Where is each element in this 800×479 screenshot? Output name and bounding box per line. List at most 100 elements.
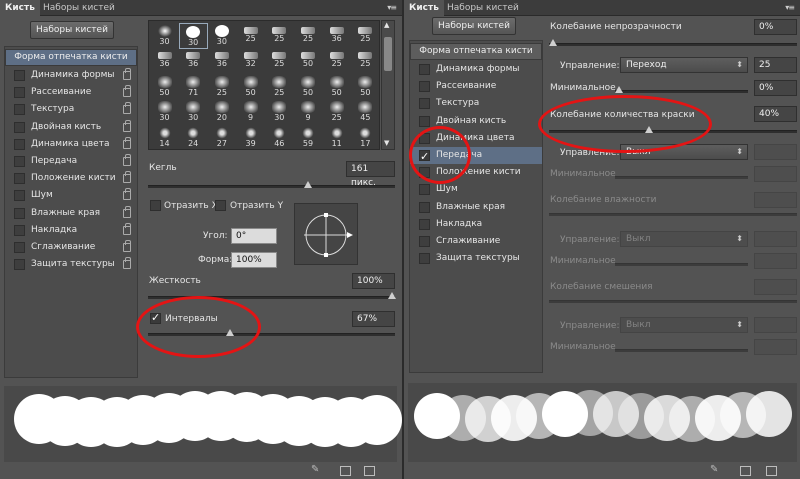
tab-brush[interactable]: Кисть	[404, 0, 444, 16]
settings-item-checkbox[interactable]	[419, 98, 430, 110]
brush-tip-cell[interactable]: 25	[294, 23, 323, 49]
control-select[interactable]: Переход ⬍	[620, 57, 748, 73]
brush-tip-cell[interactable]: 32	[236, 48, 265, 74]
settings-item-checkbox[interactable]	[419, 115, 430, 127]
brush-tip-cell[interactable]: 45	[351, 99, 380, 125]
tab-brush-presets[interactable]: Наборы кистей	[38, 0, 120, 16]
new-brush-icon[interactable]	[364, 466, 375, 476]
settings-item-checkbox[interactable]	[419, 218, 430, 230]
tab-brush-presets[interactable]: Наборы кистей	[442, 0, 524, 16]
lock-icon[interactable]	[123, 171, 131, 184]
brush-tip-cell[interactable]: 20	[207, 99, 236, 125]
settings-item-checkbox[interactable]	[419, 184, 430, 196]
minimum-knob[interactable]	[615, 86, 623, 93]
settings-item-checkbox[interactable]	[14, 104, 25, 116]
brush-tip-cell[interactable]: 25	[265, 74, 294, 100]
brush-tip-cell[interactable]: 36	[150, 48, 179, 74]
angle-field[interactable]: 0°	[231, 228, 277, 244]
brush-tip-cell[interactable]: 30	[150, 23, 179, 49]
brush-tip-cell[interactable]: 30	[178, 23, 208, 49]
grid-icon[interactable]	[740, 466, 751, 476]
opacity-jitter-knob[interactable]	[549, 39, 557, 46]
settings-item-checkbox[interactable]	[419, 64, 430, 75]
brush-tip-cell[interactable]: 25	[207, 74, 236, 100]
settings-item-checkbox[interactable]	[14, 207, 25, 219]
lock-icon[interactable]	[123, 154, 131, 166]
brush-tip-cell[interactable]: 46	[265, 125, 294, 151]
brush-tip-cell[interactable]: 30	[150, 99, 179, 125]
settings-item[interactable]: Шум	[5, 187, 137, 204]
settings-item[interactable]: Влажные края	[5, 205, 137, 222]
lock-icon[interactable]	[123, 85, 131, 98]
settings-item-checkbox[interactable]	[14, 224, 25, 236]
settings-item-checkbox[interactable]	[419, 236, 430, 247]
settings-item[interactable]: Шум	[410, 181, 542, 198]
brush-tip-cell[interactable]: 36	[207, 48, 236, 74]
roundness-field[interactable]: 100%	[231, 252, 277, 268]
brush-tip-cell[interactable]: 36	[322, 23, 351, 49]
minimum-slider[interactable]	[615, 86, 748, 93]
settings-item-checkbox[interactable]	[419, 253, 430, 265]
flip-x-checkbox[interactable]	[150, 200, 161, 211]
brush-tip-cell[interactable]: 25	[351, 48, 380, 74]
settings-item[interactable]: Рассеивание	[410, 78, 542, 95]
size-slider[interactable]	[148, 181, 395, 188]
settings-item-checkbox[interactable]	[14, 138, 25, 150]
brush-tip-cell[interactable]: 25	[322, 48, 351, 74]
lock-icon[interactable]	[123, 119, 131, 132]
opacity-jitter-field[interactable]: 0%	[754, 19, 797, 35]
lock-icon[interactable]	[123, 68, 131, 80]
angle-roundness-widget[interactable]	[294, 203, 358, 265]
brush-grid-scrollbar[interactable]: ▲ ▼	[381, 20, 395, 150]
brush-tip-cell[interactable]: 9	[236, 99, 265, 125]
brush-pose-icon[interactable]: ✎	[710, 464, 718, 475]
fade-steps-field[interactable]: 25	[754, 57, 797, 73]
settings-item-checkbox[interactable]	[14, 70, 25, 81]
brush-pose-icon[interactable]: ✎	[311, 464, 319, 475]
settings-item-checkbox[interactable]	[419, 201, 430, 213]
brush-tip-cell[interactable]: 25	[351, 23, 380, 49]
settings-item[interactable]: Текстура	[5, 101, 137, 118]
brush-tip-shape-header[interactable]: Форма отпечатка кисти	[410, 43, 542, 60]
hardness-slider-knob[interactable]	[388, 292, 396, 299]
settings-item-checkbox[interactable]	[14, 259, 25, 271]
minimum-field[interactable]: 0%	[754, 80, 797, 96]
brush-tip-cell[interactable]: 30	[207, 23, 236, 49]
settings-item[interactable]: Сглаживание	[5, 239, 137, 256]
settings-item-checkbox[interactable]	[14, 156, 25, 167]
brush-presets-button[interactable]: Наборы кистей	[432, 17, 516, 35]
brush-tip-cell[interactable]: 25	[236, 23, 265, 49]
settings-item[interactable]: Текстура	[410, 95, 542, 112]
brush-tip-cell[interactable]: 27	[207, 125, 236, 151]
scroll-thumb[interactable]	[384, 37, 392, 71]
settings-item[interactable]: Сглаживание	[410, 233, 542, 250]
brush-tip-cell[interactable]: 71	[179, 74, 208, 100]
settings-item-checkbox[interactable]	[14, 173, 25, 185]
settings-item[interactable]: Накладка	[410, 216, 542, 233]
brush-tip-cell[interactable]: 50	[294, 48, 323, 74]
brush-tip-cell[interactable]: 39	[236, 125, 265, 151]
spacing-field[interactable]: 67%	[352, 311, 395, 327]
settings-item[interactable]: Динамика формы	[410, 61, 542, 78]
brush-tip-cell[interactable]: 30	[179, 99, 208, 125]
size-field[interactable]: 161 пикс.	[346, 161, 395, 188]
brush-tip-cell[interactable]: 25	[322, 99, 351, 125]
settings-item[interactable]: Защита текстуры	[5, 256, 137, 273]
lock-icon[interactable]	[123, 102, 131, 115]
brush-tip-cell[interactable]: 11	[322, 125, 351, 151]
brush-tip-cell[interactable]: 14	[150, 125, 179, 151]
brush-tip-cell[interactable]: 59	[294, 125, 323, 151]
settings-item[interactable]: Динамика цвета	[5, 136, 137, 153]
brush-tip-cell[interactable]: 50	[236, 74, 265, 100]
brush-tip-cell[interactable]: 50	[351, 74, 380, 100]
lock-icon[interactable]	[123, 257, 131, 270]
brush-tip-cell[interactable]: 24	[179, 125, 208, 151]
settings-item-checkbox[interactable]	[14, 121, 25, 133]
settings-item[interactable]: Динамика формы	[5, 67, 137, 84]
panel-menu-icon[interactable]: ▾≡	[785, 3, 795, 12]
brush-tip-shape-header[interactable]: Форма отпечатка кисти	[5, 49, 137, 66]
lock-icon[interactable]	[123, 188, 131, 201]
brush-presets-button[interactable]: Наборы кистей	[30, 21, 114, 39]
opacity-jitter-slider[interactable]	[549, 39, 797, 46]
brush-tip-cell[interactable]: 25	[265, 48, 294, 74]
